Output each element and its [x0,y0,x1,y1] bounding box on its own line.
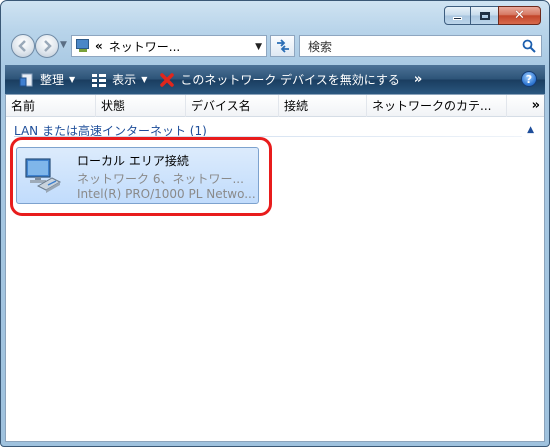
disable-device-label: このネットワーク デバイスを無効にする [180,73,400,87]
disable-device-button[interactable]: このネットワーク デバイスを無効にする [159,65,400,94]
column-header-connection[interactable]: 接続 [279,95,367,117]
recent-pages-dropdown-icon[interactable]: ▼ [60,40,67,50]
view-label: 表示 [112,73,137,87]
address-bar[interactable]: « ネットワー... ▼ [71,35,267,57]
organize-caret-icon: ▼ [69,75,76,84]
forward-button[interactable] [35,34,59,58]
organize-button[interactable]: 整理 ▼ [19,65,75,94]
refresh-icon [276,39,289,53]
maximize-icon [479,11,490,20]
red-highlight-annotation [10,137,272,216]
help-button[interactable]: ? [521,71,537,87]
address-dropdown-icon[interactable]: ▼ [255,42,262,52]
close-icon: ✕ [514,8,525,23]
maximize-button[interactable] [471,6,498,25]
view-caret-icon: ▼ [141,75,148,84]
address-overflow-chevron[interactable]: « [95,39,103,53]
explorer-window: ✕ ▼ « ネットワー... ▼ 検索 整理 ▼ 表示 ▼ このネットワーク デ… [0,0,550,447]
minimize-button[interactable] [444,6,471,25]
more-columns-chevron[interactable]: » [532,95,540,117]
column-header-name[interactable]: 名前 [6,95,96,117]
search-input[interactable]: 検索 [299,35,542,57]
forward-arrow-icon [44,40,52,52]
group-collapse-icon[interactable]: ▲ [527,125,534,135]
command-bar: 整理 ▼ 表示 ▼ このネットワーク デバイスを無効にする » ? [5,65,545,94]
search-placeholder: 検索 [308,39,333,54]
more-commands-chevron: » [413,72,423,87]
view-icon [92,73,107,87]
caption-buttons: ✕ [444,6,541,25]
column-header-network-category[interactable]: ネットワークのカテ... [367,95,507,117]
help-icon: ? [525,73,533,86]
search-icon[interactable] [522,39,536,53]
disable-x-icon [160,72,175,87]
organize-icon [19,73,33,86]
column-header-status[interactable]: 状態 [96,95,186,117]
network-folder-icon [75,38,91,54]
close-button[interactable]: ✕ [498,6,541,25]
back-button[interactable] [11,34,35,58]
column-header-row: 名前 状態 デバイス名 接続 ネットワークのカテ... » [6,95,544,117]
address-breadcrumb[interactable]: ネットワー... [109,38,180,55]
more-commands-button[interactable]: » [414,65,422,94]
organize-label: 整理 [40,73,65,87]
view-button[interactable]: 表示 ▼ [91,65,147,94]
column-header-device-name[interactable]: デバイス名 [186,95,279,117]
address-bar-row: ▼ « ネットワー... ▼ 検索 [11,32,542,60]
back-arrow-icon [18,40,26,52]
refresh-button[interactable] [270,35,295,57]
minimize-icon [453,17,462,20]
